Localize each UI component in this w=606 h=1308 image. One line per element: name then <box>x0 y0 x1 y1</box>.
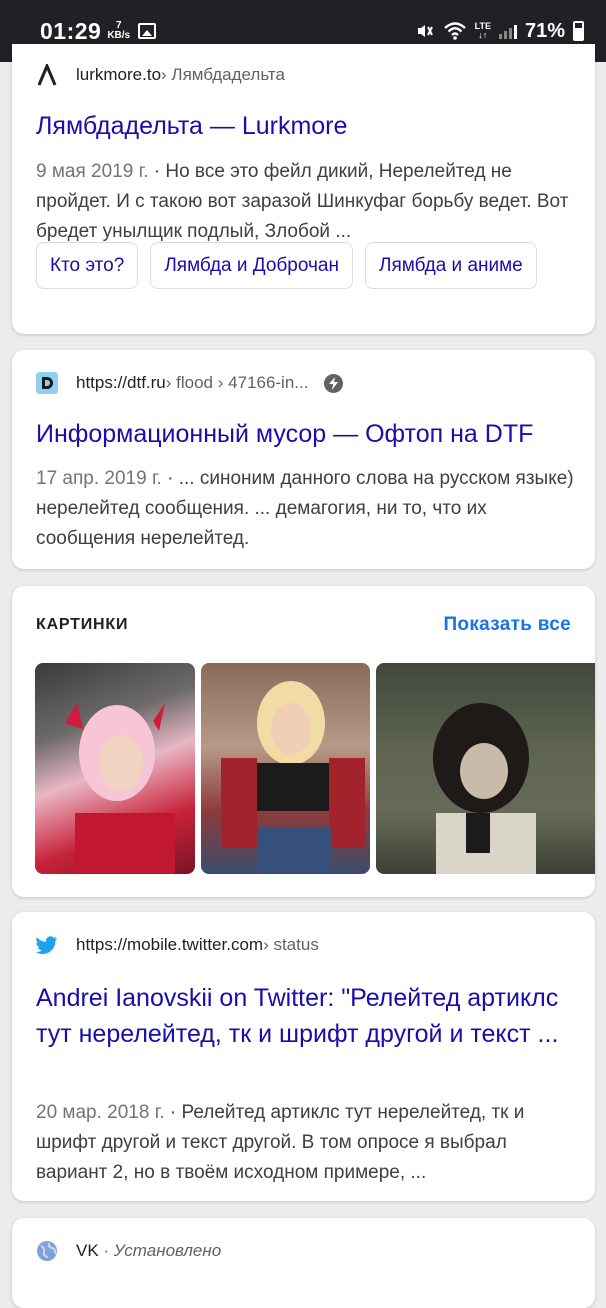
result-title-link[interactable]: Информационный мусор — Офтоп на DTF <box>36 416 575 452</box>
result-domain: lurkmore.to <box>76 65 162 84</box>
search-result-lurkmore: lurkmore.to › Лямбдадельта Лямбдадельта … <box>12 44 595 334</box>
images-heading: КАРТИНКИ <box>36 616 129 633</box>
result-date: 17 апр. 2019 г. <box>36 468 162 489</box>
show-all-link[interactable]: Показать все <box>443 614 571 636</box>
battery-icon <box>573 21 584 41</box>
network-speed-unit: KB/s <box>107 30 131 41</box>
result-date: 9 мая 2019 г. <box>36 161 149 182</box>
chip-lambda-dobrochan[interactable]: Лямбда и Доброчан <box>150 242 353 289</box>
clock: 01:29 <box>40 17 102 44</box>
result-title-link[interactable]: Andrei Ianovskii on Twitter: "Релейтед а… <box>36 980 575 1052</box>
result-source[interactable]: https://dtf.ru › flood › 47166-in... <box>36 372 344 394</box>
globe-icon <box>36 1240 58 1262</box>
result-snippet: 17 апр. 2019 г. · ... синоним данного сл… <box>36 464 575 554</box>
result-title-link[interactable]: Лямбдадельта — Lurkmore <box>36 108 575 144</box>
result-snippet: 9 мая 2019 г. · Но все это фейл дикий, Н… <box>36 157 575 247</box>
result-domain: https://mobile.twitter.com <box>76 935 264 954</box>
battery-percent: 71% <box>524 19 565 42</box>
result-breadcrumb: › flood › 47166-in... <box>165 373 309 392</box>
result-source[interactable]: lurkmore.to › Лямбдадельта <box>36 64 285 86</box>
result-source[interactable]: VK · Установлено <box>36 1240 221 1262</box>
twitter-bird-icon <box>36 934 58 956</box>
image-thumbnail[interactable] <box>376 663 595 874</box>
result-source[interactable]: https://mobile.twitter.com › status <box>36 934 319 956</box>
images-section: КАРТИНКИ Показать все <box>12 586 595 897</box>
search-result-twitter: https://mobile.twitter.com › status Andr… <box>12 912 595 1201</box>
signal-icon <box>498 23 517 39</box>
result-breadcrumb: › Лямбдадельта <box>161 65 285 84</box>
search-result-vk: VK · Установлено <box>12 1218 595 1308</box>
mute-icon <box>417 25 433 37</box>
network-speed: 7 KB/s <box>107 21 130 41</box>
result-snippet: 20 мар. 2018 г. · Релейтед артиклс тут н… <box>36 1098 575 1188</box>
result-breadcrumb: › status <box>263 935 319 954</box>
image-thumbnail[interactable] <box>35 663 195 874</box>
result-domain: VK <box>76 1241 99 1260</box>
installed-label: Установлено <box>113 1241 222 1260</box>
search-result-dtf: https://dtf.ru › flood › 47166-in... Инф… <box>12 350 595 569</box>
wifi-icon <box>443 22 466 40</box>
result-domain: https://dtf.ru <box>76 373 166 392</box>
lambda-favicon-icon <box>36 64 58 86</box>
result-date: 20 мар. 2018 г. <box>36 1102 165 1123</box>
related-chips: Кто это? Лямбда и Доброчан Лямбда и аним… <box>36 242 537 289</box>
amp-lightning-icon <box>324 373 344 393</box>
image-thumbnail[interactable] <box>201 663 370 874</box>
dtf-favicon-icon <box>36 372 58 394</box>
chip-lambda-anime[interactable]: Лямбда и аниме <box>364 242 537 289</box>
result-separator: · <box>98 1241 114 1260</box>
data-arrows-icon: ↓↑ <box>478 30 488 40</box>
gallery-notification-icon <box>138 23 157 39</box>
lte-indicator: LTE ↓↑ <box>475 22 491 40</box>
status-icons: LTE ↓↑ 71% <box>415 20 584 43</box>
chip-who-is-it[interactable]: Кто это? <box>36 242 139 289</box>
